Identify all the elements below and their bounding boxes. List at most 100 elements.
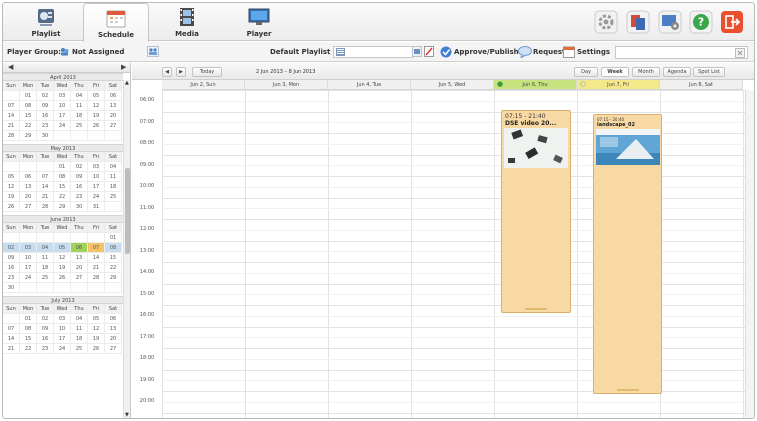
mini-calendar-day[interactable]: 07 — [3, 324, 20, 334]
mini-calendar-day[interactable]: 15 — [54, 182, 71, 192]
display-settings-button[interactable] — [658, 10, 682, 34]
mini-calendar-day[interactable]: 28 — [37, 202, 54, 212]
mini-calendar-day[interactable]: 03 — [20, 243, 37, 253]
logout-button[interactable] — [720, 10, 744, 34]
search-clear-icon[interactable] — [735, 48, 745, 58]
mini-calendar-day[interactable]: 10 — [54, 324, 71, 334]
mini-calendar-day[interactable]: 09 — [71, 172, 88, 182]
mini-calendar-day[interactable]: 20 — [20, 192, 37, 202]
clear-playlist-icon[interactable] — [424, 46, 434, 57]
mini-calendar-day[interactable]: 19 — [88, 334, 105, 344]
mini-calendar-day[interactable]: 23 — [37, 121, 54, 131]
mini-calendar-day[interactable]: 18 — [71, 111, 88, 121]
mini-calendar-day[interactable]: 08 — [20, 324, 37, 334]
mini-calendar-day[interactable]: 26 — [88, 344, 105, 354]
mini-calendar-day[interactable]: 30 — [37, 131, 54, 141]
mini-calendar-day[interactable]: 08 — [20, 101, 37, 111]
mini-calendar-day[interactable]: 11 — [105, 172, 122, 182]
mini-calendar-day[interactable]: 22 — [54, 192, 71, 202]
mini-calendar-day[interactable]: 27 — [105, 344, 122, 354]
player-group-value[interactable]: Not Assigned — [72, 48, 124, 56]
scheduled-event-fri[interactable]: 07:15 - 20:40 landscape_02 — [593, 114, 662, 394]
scheduled-event-thu[interactable]: 07:15 - 21:40 DSE video 20... — [501, 110, 571, 313]
mini-calendar-day[interactable]: 18 — [71, 334, 88, 344]
mini-calendar-day[interactable]: 27 — [71, 273, 88, 283]
mini-calendar-day[interactable]: 13 — [71, 253, 88, 263]
mini-calendar-day[interactable]: 21 — [3, 121, 20, 131]
view-month-button[interactable]: Month — [632, 67, 660, 77]
mini-calendar-day[interactable]: 19 — [88, 111, 105, 121]
mini-calendar-day[interactable]: 17 — [88, 182, 105, 192]
day-header[interactable]: Jun 8, Sat — [660, 80, 743, 90]
mini-calendar-day[interactable]: 04 — [71, 91, 88, 101]
tab-schedule[interactable]: Schedule — [83, 3, 149, 42]
mini-calendar-day[interactable]: 19 — [3, 192, 20, 202]
event-resize-handle[interactable] — [525, 308, 547, 310]
mini-calendar-day[interactable]: 13 — [105, 101, 122, 111]
copy-button[interactable] — [626, 10, 650, 34]
tab-media[interactable]: Media — [155, 3, 219, 41]
mini-calendar-day[interactable]: 06 — [105, 91, 122, 101]
next-week-button[interactable]: ▶ — [176, 67, 186, 77]
mini-calendar-day[interactable]: 20 — [105, 334, 122, 344]
default-playlist-field[interactable] — [333, 46, 413, 58]
day-header[interactable]: Jun 5, Wed — [411, 80, 494, 90]
mini-calendar-day[interactable]: 07 — [37, 172, 54, 182]
day-header[interactable]: Jun 6, Thu — [494, 80, 577, 90]
mini-calendar-scroll-thumb[interactable] — [125, 168, 130, 254]
mini-calendar-day[interactable]: 14 — [37, 182, 54, 192]
view-agenda-button[interactable]: Agenda — [663, 67, 691, 77]
mini-calendar-day[interactable]: 17 — [20, 263, 37, 273]
mini-calendar-day[interactable]: 29 — [20, 131, 37, 141]
today-button[interactable]: Today — [192, 67, 222, 77]
mini-calendar-day[interactable]: 02 — [3, 243, 20, 253]
mini-calendar-day[interactable]: 11 — [71, 324, 88, 334]
mini-calendar-day[interactable]: 08 — [54, 172, 71, 182]
tab-playlist[interactable]: Playlist — [14, 3, 78, 41]
mini-calendar-day[interactable]: 21 — [88, 263, 105, 273]
mini-calendar-day[interactable]: 10 — [88, 172, 105, 182]
mini-calendar-day[interactable]: 20 — [105, 111, 122, 121]
mini-calendar-day[interactable]: 30 — [3, 283, 20, 293]
mini-calendar-day[interactable]: 16 — [37, 334, 54, 344]
mini-calendar-day[interactable]: 14 — [88, 253, 105, 263]
mini-calendar-day[interactable]: 14 — [3, 334, 20, 344]
mini-calendar-day[interactable]: 16 — [37, 111, 54, 121]
view-spot-list-button[interactable]: Spot List — [693, 67, 725, 77]
mini-calendar-day[interactable]: 15 — [20, 111, 37, 121]
mini-calendar-day[interactable]: 26 — [54, 273, 71, 283]
mini-calendar-day[interactable]: 29 — [54, 202, 71, 212]
mini-calendar-day[interactable]: 03 — [54, 91, 71, 101]
mini-calendar-day[interactable]: 06 — [71, 243, 88, 253]
mini-calendar-day[interactable]: 06 — [20, 172, 37, 182]
mini-calendar-day[interactable]: 21 — [3, 344, 20, 354]
group-select-icon[interactable] — [147, 46, 159, 57]
mini-calendar-day[interactable]: 14 — [3, 111, 20, 121]
mini-calendar-day[interactable]: 22 — [20, 121, 37, 131]
prev-week-button[interactable]: ◀ — [162, 67, 172, 77]
mini-calendar-day[interactable]: 16 — [3, 263, 20, 273]
mini-calendar-day[interactable]: 24 — [54, 121, 71, 131]
mini-calendar-day[interactable]: 23 — [71, 192, 88, 202]
mini-calendar-day[interactable]: 17 — [54, 111, 71, 121]
view-week-button[interactable]: Week — [601, 67, 629, 77]
approve-publish-button[interactable]: Approve/Publish — [454, 48, 519, 56]
request-button[interactable]: Request — [533, 48, 565, 56]
mini-calendar-day[interactable]: 05 — [88, 314, 105, 324]
view-day-button[interactable]: Day — [574, 67, 598, 77]
mini-calendar-day[interactable]: 12 — [88, 324, 105, 334]
mini-calendar-day[interactable]: 17 — [54, 334, 71, 344]
mini-calendar-day[interactable]: 01 — [54, 162, 71, 172]
mini-calendar-day[interactable]: 15 — [105, 253, 122, 263]
settings-button[interactable]: Settings — [577, 48, 610, 56]
mini-calendar-day[interactable]: 25 — [71, 121, 88, 131]
mini-calendar-day[interactable]: 05 — [3, 172, 20, 182]
mini-calendar-day[interactable]: 04 — [105, 162, 122, 172]
mini-calendar-day[interactable]: 02 — [37, 91, 54, 101]
mini-calendar-day[interactable]: 28 — [3, 131, 20, 141]
mini-calendar-day[interactable]: 11 — [71, 101, 88, 111]
day-header[interactable]: Jun 3, Mon — [245, 80, 328, 90]
mini-calendar-day[interactable]: 08 — [105, 243, 122, 253]
mini-calendar-day[interactable]: 02 — [71, 162, 88, 172]
mini-calendar-day[interactable]: 26 — [88, 121, 105, 131]
